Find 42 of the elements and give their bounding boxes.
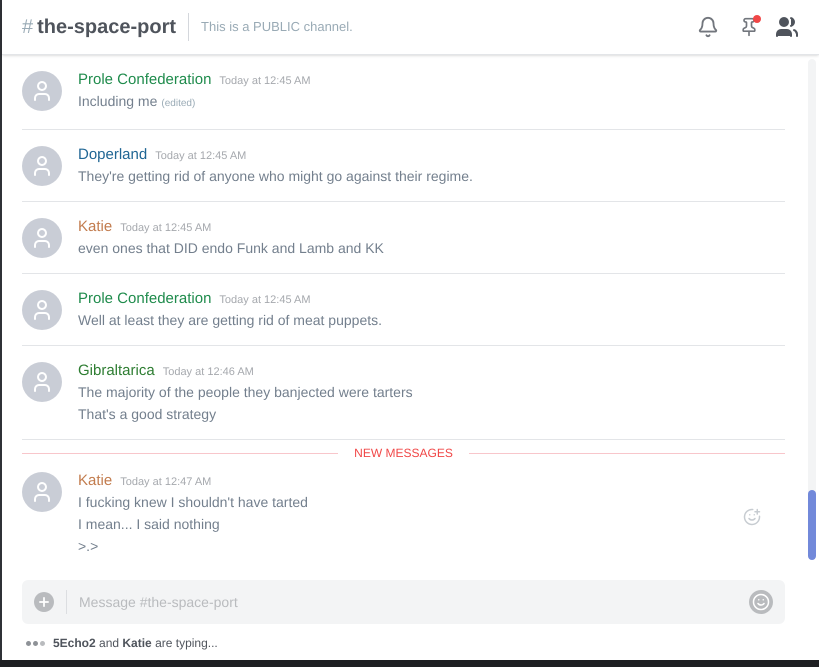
add-reaction-icon[interactable] [743, 508, 761, 526]
message-input-box[interactable]: Message #the-space-port [22, 580, 785, 624]
username[interactable]: Prole Confederation [78, 71, 212, 89]
timestamp: Today at 12:45 AM [219, 74, 311, 89]
timestamp: Today at 12:45 AM [120, 221, 212, 236]
upload-plus-icon[interactable] [34, 592, 54, 612]
channel-name: the-space-port [37, 15, 176, 40]
typing-dots-icon [26, 640, 45, 646]
timestamp: Today at 12:45 AM [155, 149, 246, 164]
message-text: even ones that DID endo Funk and Lamb and KK [78, 239, 384, 258]
typing-indicator: 5Echo2 and Katie are typing... [53, 635, 218, 652]
message-text: I fucking knew I shouldn't have tarted [78, 493, 308, 512]
edited-label: (edited) [161, 97, 196, 111]
scrollbar-thumb[interactable] [808, 490, 816, 560]
notification-bell-icon[interactable] [697, 16, 719, 38]
emoji-icon[interactable] [749, 590, 773, 614]
message-text: I mean... I said nothing [78, 515, 220, 534]
members-icon[interactable] [775, 15, 799, 39]
username[interactable]: Gibraltarica [78, 362, 155, 380]
message-text: Well at least they are getting rid of meat puppets. [78, 311, 382, 330]
username[interactable]: Katie [78, 472, 112, 490]
message-text: >.> [78, 537, 98, 556]
timestamp: Today at 12:45 AM [219, 293, 311, 308]
new-messages-divider: NEW MESSAGES [353, 445, 454, 462]
avatar[interactable] [22, 290, 62, 330]
message-text: They're getting rid of anyone who might go against their regime. [78, 167, 473, 186]
channel-topic: This is a PUBLIC channel. [201, 18, 353, 36]
channel-hash: # [22, 15, 34, 40]
message-text: That's a good strategy [78, 405, 216, 424]
timestamp: Today at 12:47 AM [120, 475, 212, 490]
avatar[interactable] [22, 146, 62, 186]
message-input[interactable]: Message #the-space-port [79, 592, 749, 612]
timestamp: Today at 12:46 AM [162, 365, 254, 380]
avatar[interactable] [22, 362, 62, 402]
username[interactable]: Doperland [78, 146, 148, 164]
avatar[interactable] [22, 472, 62, 512]
avatar[interactable] [22, 71, 62, 111]
message-text: Including me [78, 92, 158, 111]
username[interactable]: Prole Confederation [78, 290, 212, 308]
avatar[interactable] [22, 218, 62, 258]
username[interactable]: Katie [78, 218, 112, 236]
message-text: The majority of the people they banjected were tarters [78, 383, 413, 402]
